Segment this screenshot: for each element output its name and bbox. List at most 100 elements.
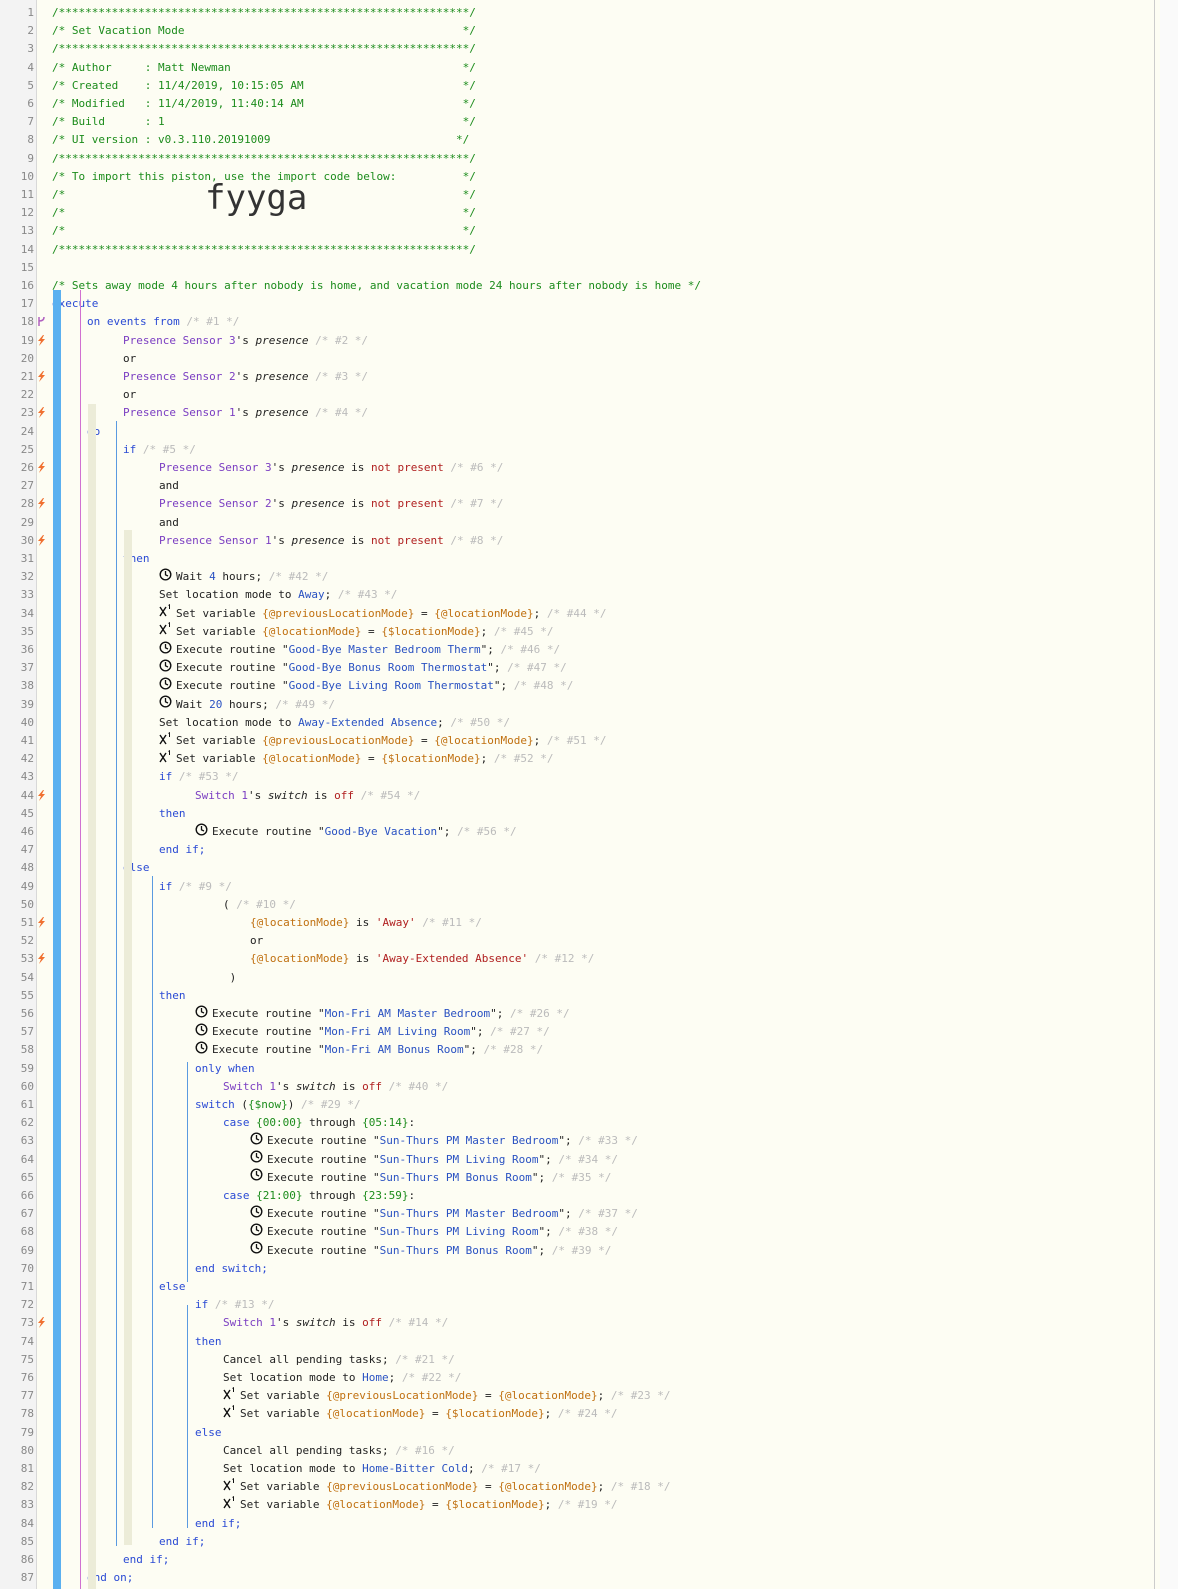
code-token: "; [470, 1025, 491, 1039]
code-token: /* #4 */ [308, 406, 369, 420]
scrollbar[interactable] [1160, 0, 1178, 1589]
line-number: 17 [20, 297, 34, 311]
code-text: Execute routine "Sun-Thurs PM Bonus Room… [250, 1168, 611, 1186]
code-text: Switch 1's switch is off /* #54 */ [195, 787, 420, 804]
code-line: 28 Presence Sensor 2's presence is not pr… [0, 495, 1150, 512]
code-token: /* Created : 11/4/2019, 10:15:05 AM */ [52, 78, 476, 92]
line-number: 85 [20, 1534, 34, 1548]
clock-icon [159, 659, 172, 672]
code-token: ( [223, 897, 237, 911]
code-line: 42 Set variable {@locationMode} = {$locat… [0, 749, 1150, 767]
code-text: /***************************************… [52, 40, 476, 57]
trigger-bolt-icon [38, 534, 45, 546]
code-token: /***************************************… [52, 242, 476, 256]
code-token: end if; [195, 1516, 242, 1530]
code-text: Presence Sensor 2's presence /* #3 */ [123, 368, 368, 385]
clock-icon [250, 1223, 263, 1236]
code-token: /* #39 */ [551, 1243, 612, 1257]
code-token: is [349, 952, 376, 966]
code-token: /* #56 */ [457, 825, 517, 838]
code-token: only when [195, 1061, 255, 1075]
code-token: switch [267, 788, 308, 802]
code-token: : [408, 1189, 416, 1202]
line-number: 29 [20, 515, 34, 529]
code-token: Execute routine " [267, 1243, 380, 1257]
clock-icon [159, 568, 172, 581]
code-text: Switch 1's switch is off /* #14 */ [223, 1314, 448, 1331]
code-line: 17 execute [0, 295, 1150, 312]
code-token: 's [271, 533, 292, 547]
code-token: 4 [209, 570, 216, 584]
code-line: 7 /* Build : 1 */ [0, 113, 1150, 130]
code-text: Set variable {@locationMode} = {$locatio… [223, 1404, 618, 1422]
code-text: Presence Sensor 3's presence is not pres… [159, 459, 503, 476]
line-number: 78 [20, 1407, 34, 1421]
code-text: Execute routine "Sun-Thurs PM Bonus Room… [250, 1241, 612, 1259]
line-number: 87 [20, 1571, 34, 1585]
code-token: Set variable [240, 1480, 327, 1494]
code-line: 71 else [0, 1278, 1150, 1295]
code-line: 46 Execute routine "Good-Bye Vacation"; /… [0, 822, 1150, 840]
code-token: ; [324, 588, 338, 602]
code-token: {@locationMode} [326, 1407, 426, 1421]
line-number: 52 [20, 934, 34, 948]
code-token: switch [295, 1316, 336, 1330]
line-number: 36 [20, 643, 34, 656]
line-number: 24 [20, 424, 34, 438]
line-number: 19 [20, 333, 34, 347]
line-number: 4 [27, 60, 34, 74]
code-token: ; [437, 715, 451, 729]
code-line: 35 Set variable {@locationMode} = {$locat… [0, 622, 1150, 640]
code-line: 66 case {21:00} through {23:59}: [0, 1187, 1150, 1204]
line-number: 10 [20, 169, 34, 183]
code-text: if /* #5 */ [123, 441, 196, 458]
code-text: {@locationMode} is 'Away' /* #11 */ [250, 914, 482, 931]
code-token: is [344, 497, 371, 511]
line-number: 74 [20, 1334, 34, 1348]
line-number: 25 [20, 442, 34, 456]
code-token: ; [533, 606, 547, 620]
code-text: Set location mode to Away-Extended Absen… [159, 714, 510, 731]
code-token: /* #5 */ [142, 442, 196, 456]
code-token: /* #38 */ [558, 1225, 619, 1239]
code-line: 15 [0, 259, 1150, 276]
line-number: 15 [20, 260, 34, 274]
code-line: 34 Set variable {@previousLocationMode} =… [0, 604, 1150, 622]
clock-icon [195, 822, 208, 836]
code-text: Cancel all pending tasks; /* #21 */ [223, 1351, 455, 1368]
code-line: 37 Execute routine "Good-Bye Bonus Room T… [0, 659, 1150, 676]
line-number: 73 [20, 1316, 34, 1330]
line-number: 41 [20, 734, 34, 747]
code-line: 5 /* Created : 11/4/2019, 10:15:05 AM */ [0, 77, 1150, 94]
then-block-bar [124, 530, 132, 870]
code-token: Cancel all pending tasks; [223, 1352, 396, 1366]
code-line: 86 end if; [0, 1551, 1150, 1568]
code-token: off [362, 1316, 382, 1330]
code-text: Execute routine "Good-Bye Bonus Room The… [159, 659, 567, 676]
code-token: "; [531, 1170, 552, 1184]
code-token: or [123, 351, 137, 365]
code-token: if [195, 1298, 215, 1312]
code-token: {@locationMode} [326, 1498, 426, 1512]
piston-code-view: fyyga 1/********************************… [0, 0, 1178, 1589]
code-text: Execute routine "Sun-Thurs PM Master Bed… [250, 1132, 638, 1149]
code-line: 79 else [0, 1424, 1150, 1441]
code-text: /* */ [52, 204, 476, 221]
code-token: "; [558, 1134, 579, 1148]
code-line: 85 end if; [0, 1533, 1150, 1550]
code-token: /* UI version : v0.3.110.20191009 */ [52, 133, 470, 147]
line-number: 33 [20, 588, 34, 602]
line-number: 48 [20, 861, 34, 875]
code-token: 's [247, 788, 268, 802]
code-text: Execute routine "Mon-Fri AM Living Room"… [195, 1023, 550, 1040]
code-token: = [478, 1480, 499, 1494]
code-text: Execute routine "Good-Bye Vacation"; /* … [195, 822, 517, 840]
line-number: 23 [20, 406, 34, 420]
code-token: Execute routine " [267, 1225, 380, 1239]
code-token: ; [480, 624, 494, 638]
code-token: /***************************************… [52, 6, 476, 19]
code-token: /* #23 */ [610, 1389, 671, 1403]
variable-icon [223, 1477, 234, 1491]
code-token: ; [388, 1371, 402, 1384]
code-token: Switch 1 [195, 788, 248, 802]
